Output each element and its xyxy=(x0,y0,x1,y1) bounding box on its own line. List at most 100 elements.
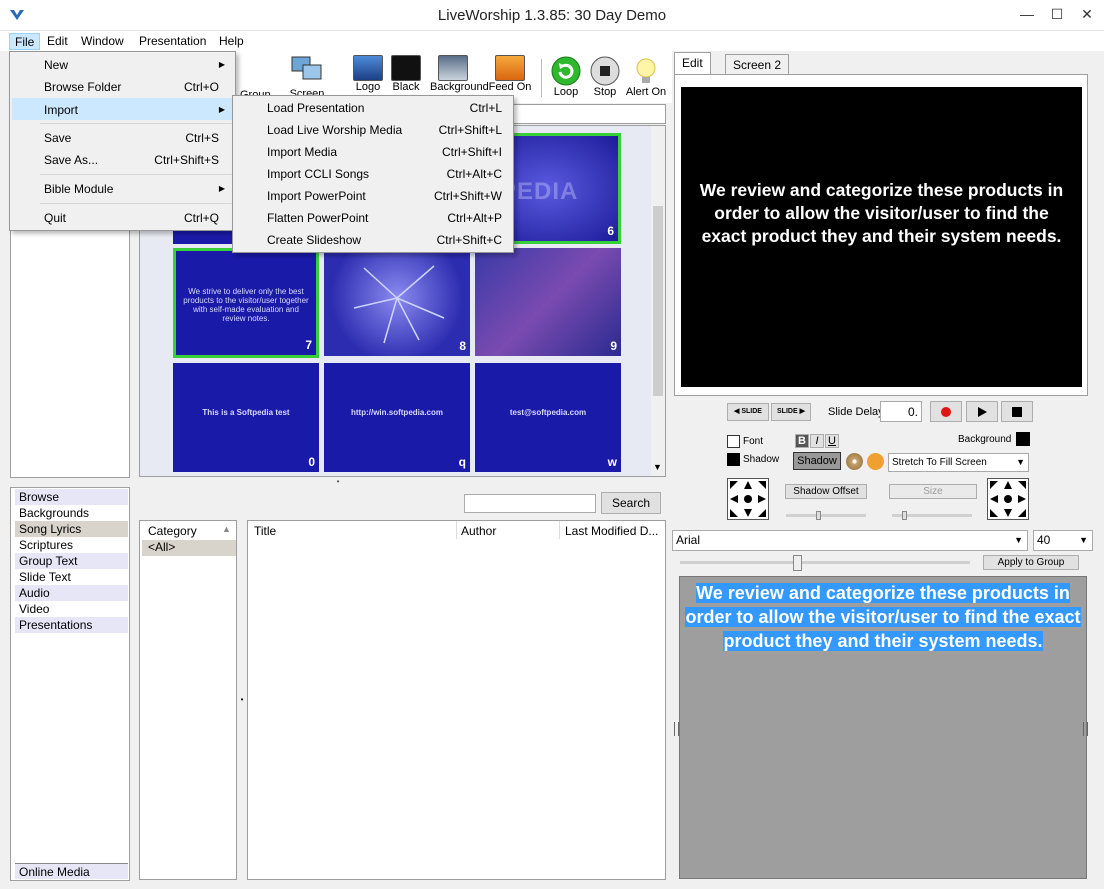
scroll-down-icon[interactable]: ▼ xyxy=(653,462,662,472)
library-item-backgrounds[interactable]: Backgrounds xyxy=(15,505,128,521)
prev-slide-button[interactable]: ◀ SLIDE xyxy=(727,403,769,421)
import-flatten-powerpoint[interactable]: Flatten PowerPoint Ctrl+Alt+P xyxy=(235,207,511,229)
slide-thumb-7[interactable]: We strive to deliver only the best produ… xyxy=(173,248,319,358)
size-button[interactable]: Size xyxy=(889,484,977,499)
library-item-online-media[interactable]: Online Media xyxy=(15,863,128,879)
shadow-toggle-button[interactable]: Shadow xyxy=(793,452,841,470)
menu-item-shortcut: Ctrl+Alt+C xyxy=(446,167,502,181)
font-scale-slider[interactable] xyxy=(680,555,970,571)
apply-to-group-button[interactable]: Apply to Group xyxy=(983,555,1079,570)
slide-thumb-8[interactable]: 8 xyxy=(324,248,470,356)
library-item-presentations[interactable]: Presentations xyxy=(15,617,128,633)
file-menu-bible-module[interactable]: Bible Module ▶ xyxy=(12,178,233,200)
file-menu-new[interactable]: New ▶ xyxy=(12,54,233,76)
file-menu-save-as[interactable]: Save As... Ctrl+Shift+S xyxy=(12,149,233,171)
library-item-browse[interactable]: Browse xyxy=(15,489,128,505)
import-load-live-worship-media[interactable]: Load Live Worship Media Ctrl+Shift+L xyxy=(235,119,511,141)
slide-grid-scrollbar[interactable]: ▼ xyxy=(651,126,665,476)
vertical-splitter[interactable]: • xyxy=(238,520,246,880)
font-size-select[interactable]: 40 ▼ xyxy=(1033,530,1093,551)
shadow-offset-slider[interactable] xyxy=(786,511,866,520)
library-item-song-lyrics[interactable]: Song Lyrics xyxy=(15,521,128,537)
file-menu-browse-folder[interactable]: Browse Folder Ctrl+O xyxy=(12,76,233,98)
import-load-presentation[interactable]: Load Presentation Ctrl+L xyxy=(235,97,511,119)
import-media[interactable]: Import Media Ctrl+Shift+I xyxy=(235,141,511,163)
editor-text[interactable]: We review and categorize these products … xyxy=(684,581,1082,653)
close-button[interactable]: ✕ xyxy=(1072,0,1102,30)
menu-file[interactable]: File xyxy=(9,33,41,50)
library-item-slide-text[interactable]: Slide Text xyxy=(15,569,128,585)
menu-presentation[interactable]: Presentation xyxy=(134,33,211,50)
slider-thumb[interactable] xyxy=(816,511,821,520)
background-button[interactable]: Background xyxy=(430,55,489,93)
column-last-modified[interactable]: Last Modified D... xyxy=(565,524,658,538)
library-item-audio[interactable]: Audio xyxy=(15,585,128,601)
image-icon[interactable] xyxy=(867,453,884,470)
editor-resize-left[interactable] xyxy=(674,722,679,736)
slide-thumb-q[interactable]: http://win.softpedia.com q xyxy=(324,363,470,472)
underline-button[interactable]: U xyxy=(825,434,839,448)
library-item-group-text[interactable]: Group Text xyxy=(15,553,128,569)
font-color-swatch[interactable] xyxy=(727,435,740,448)
library-item-scriptures[interactable]: Scriptures xyxy=(15,537,128,553)
maximize-button[interactable]: ☐ xyxy=(1042,0,1072,30)
import-powerpoint[interactable]: Import PowerPoint Ctrl+Shift+W xyxy=(235,185,511,207)
black-button[interactable]: Black xyxy=(383,55,429,93)
slide-text-editor[interactable]: We review and categorize these products … xyxy=(679,576,1087,879)
tab-edit[interactable]: Edit xyxy=(674,52,711,76)
menu-help[interactable]: Help xyxy=(214,33,249,50)
presentation-list-panel[interactable] xyxy=(10,216,130,478)
scrollbar-thumb[interactable] xyxy=(653,206,663,396)
file-menu-import[interactable]: Import ▶ xyxy=(12,98,233,120)
menu-item-shortcut: Ctrl+Alt+P xyxy=(447,211,502,225)
library-item-video[interactable]: Video xyxy=(15,601,128,617)
feed-on-button[interactable]: Feed On xyxy=(487,55,533,93)
import-ccli-songs[interactable]: Import CCLI Songs Ctrl+Alt+C xyxy=(235,163,511,185)
file-menu-quit[interactable]: Quit Ctrl+Q xyxy=(12,207,233,229)
feed-label: Feed On xyxy=(488,81,532,93)
column-title[interactable]: Title xyxy=(254,524,276,538)
search-input[interactable] xyxy=(464,494,596,513)
tab-screen-2[interactable]: Screen 2 xyxy=(725,54,790,76)
background-color-swatch[interactable] xyxy=(1016,432,1030,446)
slider-thumb[interactable] xyxy=(793,555,802,571)
column-author[interactable]: Author xyxy=(461,524,496,538)
menu-window[interactable]: Window xyxy=(76,33,129,50)
bulb-icon xyxy=(636,58,656,83)
stop-playback-button[interactable] xyxy=(1001,401,1033,422)
file-menu-save[interactable]: Save Ctrl+S xyxy=(12,127,233,149)
import-create-slideshow[interactable]: Create Slideshow Ctrl+Shift+C xyxy=(235,229,511,251)
minimize-button[interactable]: — xyxy=(1012,0,1042,30)
slide-text: We strive to deliver only the best produ… xyxy=(183,287,309,323)
loop-icon xyxy=(551,56,581,86)
slider-thumb[interactable] xyxy=(902,511,907,520)
slide-thumb-0[interactable]: This is a Softpedia test 0 xyxy=(173,363,319,472)
alignment-pad-left[interactable] xyxy=(727,478,769,520)
italic-button[interactable]: I xyxy=(810,434,824,448)
category-all[interactable]: <All> xyxy=(142,540,236,556)
slide-thumb-w[interactable]: test@softpedia.com w xyxy=(475,363,621,472)
size-slider[interactable] xyxy=(892,511,972,520)
next-slide-button[interactable]: SLIDE ▶ xyxy=(771,403,811,421)
fill-mode-select[interactable]: Stretch To Fill Screen ▼ xyxy=(888,453,1029,472)
editor-resize-right[interactable] xyxy=(1083,722,1088,736)
shadow-color-swatch[interactable] xyxy=(727,453,740,466)
menu-item-label: Flatten PowerPoint xyxy=(267,211,369,225)
horizontal-splitter[interactable]: • xyxy=(10,478,666,487)
search-button[interactable]: Search xyxy=(601,492,661,514)
alignment-pad-right[interactable] xyxy=(987,478,1029,520)
slide-thumb-9[interactable]: 9 xyxy=(475,248,621,356)
font-family-select[interactable]: Arial ▼ xyxy=(672,530,1028,551)
menu-item-shortcut: Ctrl+Shift+L xyxy=(438,123,502,137)
bold-button[interactable]: B xyxy=(795,434,809,448)
stop-square-icon xyxy=(1012,407,1022,417)
category-header[interactable]: Category xyxy=(148,524,197,538)
disc-icon[interactable] xyxy=(846,453,863,470)
record-button[interactable] xyxy=(930,401,962,422)
menu-edit[interactable]: Edit xyxy=(42,33,73,50)
slide-delay-input[interactable] xyxy=(880,401,922,422)
alert-on-button[interactable]: Alert On xyxy=(623,55,669,98)
stop-button[interactable]: Stop xyxy=(582,55,628,98)
play-button[interactable] xyxy=(966,401,998,422)
shadow-offset-button[interactable]: Shadow Offset xyxy=(785,484,867,499)
